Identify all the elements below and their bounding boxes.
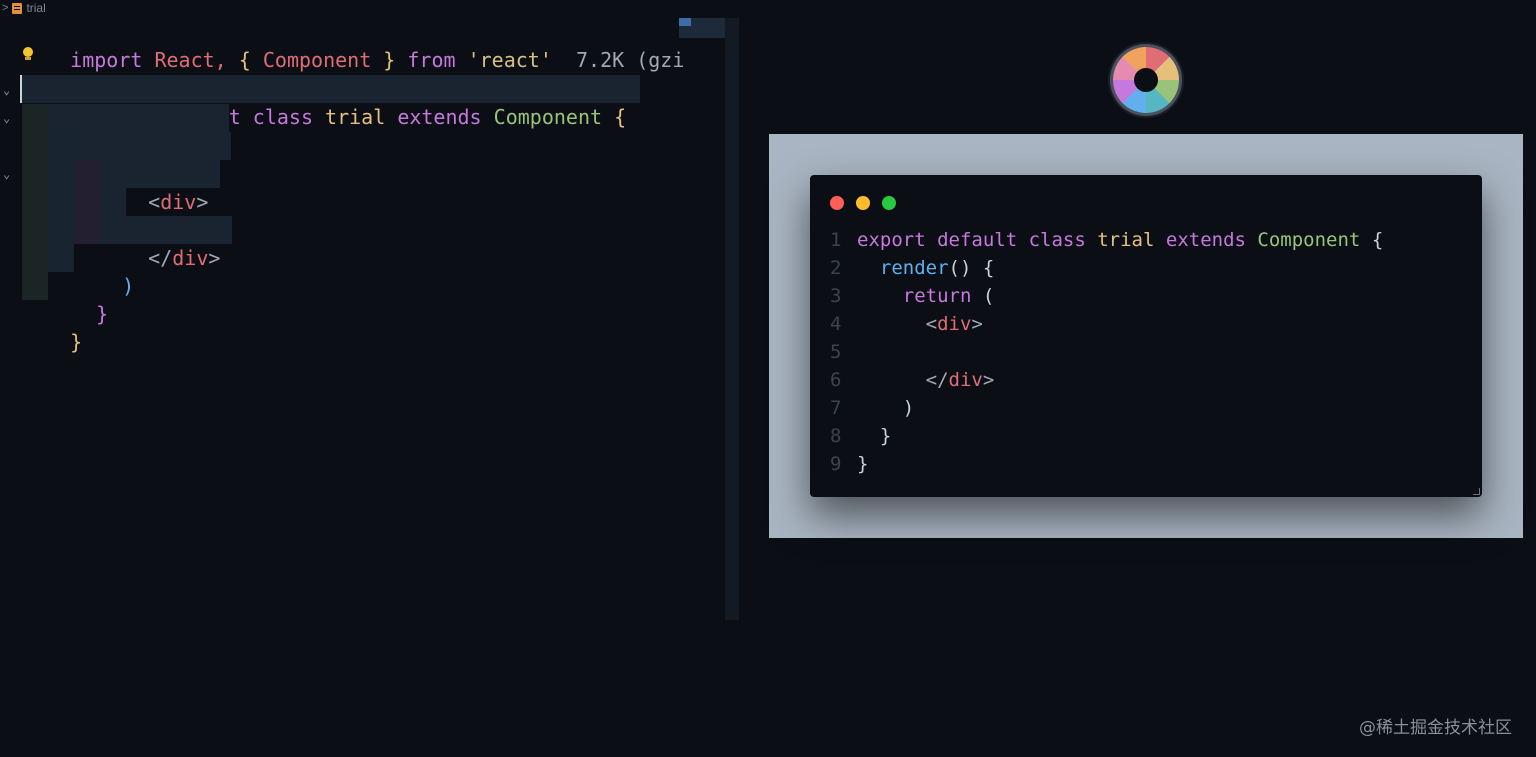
line-number: 8: [830, 425, 842, 447]
minimap[interactable]: [679, 18, 725, 38]
line-number: 1: [830, 229, 842, 251]
preview-line: 2 render() {: [830, 254, 994, 282]
fold-chevron-icon[interactable]: ⌄: [3, 104, 10, 132]
identifier: React,: [154, 48, 227, 72]
brace: {: [1371, 229, 1384, 251]
brace: }: [70, 330, 83, 354]
lightbulb-icon[interactable]: [22, 47, 34, 61]
line-number: 6: [830, 369, 842, 391]
class-name: trial: [325, 105, 386, 129]
breadcrumb: > trial: [0, 0, 46, 16]
tag-bracket: >: [982, 369, 995, 391]
identifier: Component: [493, 105, 603, 129]
resize-handle[interactable]: [1473, 488, 1480, 495]
maximize-dot-icon: [882, 196, 896, 210]
paren: (): [948, 257, 972, 279]
chevron-right-icon: >: [2, 2, 9, 14]
identifier: Component: [1257, 229, 1361, 251]
preview-line: 5: [830, 338, 857, 366]
fold-chevron-icon[interactable]: ⌄: [3, 160, 10, 188]
keyword: return: [902, 285, 972, 307]
code-line[interactable]: }: [22, 300, 82, 354]
preview-line: 6 </div>: [830, 366, 994, 394]
preview-line: 7 ): [830, 394, 914, 422]
preview-line: 8 }: [830, 422, 891, 450]
line-number: 7: [830, 397, 842, 419]
window-controls: [830, 196, 896, 210]
tag-bracket: <: [148, 190, 161, 214]
paren: ): [902, 397, 915, 419]
tag-name: div: [172, 246, 209, 270]
identifier: Component: [262, 48, 372, 72]
tag-name: div: [948, 369, 983, 391]
keyword: import: [70, 48, 143, 72]
breadcrumb-file[interactable]: trial: [26, 1, 45, 15]
code-line[interactable]: <div>: [100, 160, 221, 214]
brace: }: [857, 453, 869, 475]
code-line[interactable]: }: [48, 272, 108, 326]
brace: }: [879, 425, 892, 447]
brace: }: [96, 302, 109, 326]
watermark: @稀土掘金技术社区: [1359, 718, 1512, 738]
paren: ): [122, 274, 135, 298]
line-number: 3: [830, 285, 842, 307]
preview-code-window[interactable]: 1 export default class trial extends Comp…: [810, 175, 1482, 497]
keyword: extends: [397, 105, 482, 129]
keyword: from: [407, 48, 456, 72]
tag-bracket: >: [971, 313, 983, 335]
tag-bracket: >: [208, 246, 221, 270]
tag-name: div: [160, 190, 197, 214]
code-line[interactable]: export default class trial extends Compo…: [20, 75, 641, 129]
brace: {: [614, 105, 627, 129]
editor-scrollbar[interactable]: [725, 18, 739, 620]
preview-line: 9}: [830, 450, 868, 478]
close-dot-icon: [830, 196, 844, 210]
tag-name: div: [937, 313, 972, 335]
line-number: 4: [830, 313, 842, 335]
tag-bracket: >: [196, 190, 209, 214]
minimize-dot-icon: [856, 196, 870, 210]
brace: {: [238, 48, 251, 72]
code-line[interactable]: ): [74, 244, 134, 298]
keyword: export default class: [857, 229, 1086, 251]
code-line-import[interactable]: import React, { Component } from 'react'…: [22, 18, 684, 72]
code-line[interactable]: </div>: [100, 216, 233, 270]
code-editor[interactable]: > trial import React, { Component } from…: [0, 0, 725, 620]
code-line[interactable]: render() {: [48, 104, 229, 158]
line-number: 9: [830, 453, 842, 475]
import-cost-hint: 7.2K (gzi: [575, 48, 685, 72]
class-name: trial: [1097, 229, 1155, 251]
keyword: extends: [1165, 229, 1246, 251]
paren: (: [982, 285, 995, 307]
brace: {: [982, 257, 995, 279]
preview-line: 1 export default class trial extends Comp…: [830, 226, 1383, 254]
code-line[interactable]: return (: [74, 132, 231, 186]
preview-line: 4 <div>: [830, 310, 983, 338]
tag-bracket: </: [148, 246, 173, 270]
file-icon: [12, 2, 23, 14]
string-literal: 'react': [467, 48, 552, 72]
line-number: 2: [830, 257, 842, 279]
function-name: render: [879, 257, 949, 279]
line-number: 5: [830, 341, 842, 363]
tag-bracket: </: [925, 369, 949, 391]
tag-bracket: <: [925, 313, 938, 335]
aperture-logo-icon: [1113, 47, 1179, 113]
preview-line: 3 return (: [830, 282, 994, 310]
fold-chevron-icon[interactable]: ⌄: [3, 76, 10, 104]
brace: }: [383, 48, 396, 72]
